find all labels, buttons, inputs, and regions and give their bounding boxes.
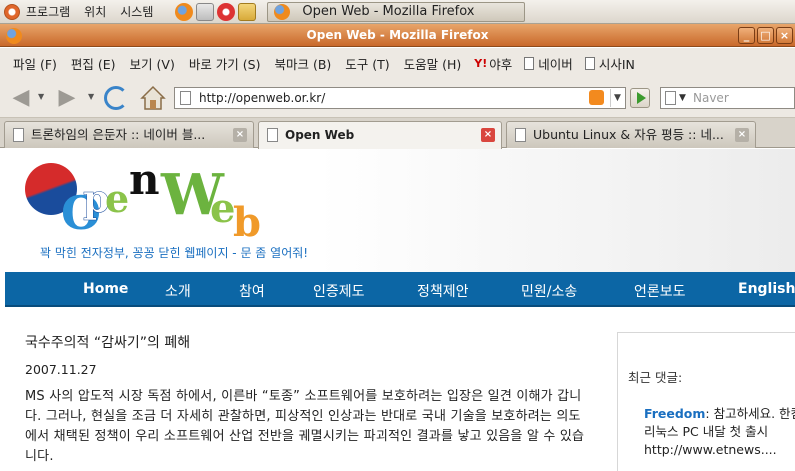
- go-button[interactable]: [630, 88, 650, 108]
- menu-go[interactable]: 바로 가기 (S): [182, 54, 268, 73]
- svg-text:n: n: [129, 155, 160, 204]
- nav-policy[interactable]: 정책제안: [417, 281, 469, 301]
- close-tab-icon[interactable]: ×: [735, 128, 749, 142]
- back-history-dropdown[interactable]: ▼: [38, 92, 44, 101]
- search-engine-dropdown[interactable]: ▼: [679, 88, 686, 108]
- rss-feed-icon[interactable]: [589, 90, 604, 105]
- page-favicon-icon: [180, 91, 191, 105]
- page-icon: [267, 128, 278, 142]
- nav-participate[interactable]: 참여: [239, 281, 265, 301]
- svg-text:b: b: [233, 199, 261, 244]
- bookmark-label: 야후: [489, 56, 513, 72]
- forward-history-dropdown[interactable]: ▼: [88, 92, 94, 101]
- folder-launcher-icon[interactable]: [238, 2, 257, 21]
- bookmark-label: 시사IN: [598, 56, 635, 72]
- comment-text-line2: 리눅스 PC 내달 첫 출시: [644, 424, 769, 439]
- page-content: O p e n W e b 꽉 막힌 전자정부, 꽁꽁 닫힌 웹페이지 - 문 …: [0, 149, 795, 471]
- tab-bar: 트론하임의 은둔자 :: 네이버 블... × Open Web × Ubunt…: [0, 118, 795, 149]
- page-icon: [13, 128, 24, 142]
- email-launcher-icon[interactable]: [196, 2, 215, 21]
- article-title[interactable]: 국수주의적 “감싸기”의 폐해: [25, 332, 595, 352]
- bookmark-naver[interactable]: 네이버: [518, 54, 579, 73]
- panel-menu-places[interactable]: 위치: [84, 3, 106, 20]
- taskbar-label: Open Web - Mozilla Firefox: [302, 4, 475, 19]
- bookmark-sisain[interactable]: 시사IN: [579, 54, 641, 73]
- firefox-window-icon[interactable]: [6, 28, 22, 44]
- menu-file[interactable]: 파일 (F): [6, 54, 64, 73]
- nav-english[interactable]: English: [738, 281, 795, 297]
- article-date: 2007.11.27: [25, 362, 97, 377]
- home-icon[interactable]: [140, 85, 166, 111]
- firefox-launcher-icon[interactable]: [175, 2, 194, 21]
- tab-label: 트론하임의 은둔자 :: 네이버 블...: [31, 127, 206, 142]
- panel-menu-system[interactable]: 시스템: [120, 3, 153, 20]
- menubar: 파일 (F) 편집 (E) 보기 (V) 바로 가기 (S) 북마크 (B) 도…: [0, 48, 795, 78]
- nav-certification[interactable]: 인증제도: [313, 281, 365, 301]
- page-icon: [524, 56, 535, 70]
- maximize-button[interactable]: □: [757, 27, 774, 44]
- yahoo-icon: Y!: [474, 56, 488, 70]
- close-window-button[interactable]: ×: [776, 27, 793, 44]
- tab-ubuntu-linux[interactable]: Ubuntu Linux & 자유 평등 :: 네... ×: [506, 121, 756, 148]
- url-text: http://openweb.or.kr/: [199, 91, 326, 105]
- tab-label: Ubuntu Linux & 자유 평등 :: 네...: [533, 127, 724, 142]
- forward-arrow-icon[interactable]: ▶: [54, 86, 80, 110]
- back-arrow-icon[interactable]: ◀: [8, 86, 34, 110]
- comment-author[interactable]: Freedom: [644, 406, 705, 421]
- site-header: O p e n W e b 꽉 막힌 전자정부, 꽁꽁 닫힌 웹페이지 - 문 …: [0, 149, 795, 272]
- firefox-icon: [274, 3, 291, 20]
- menu-help[interactable]: 도움말 (H): [397, 54, 469, 73]
- search-input[interactable]: ▼ Naver: [660, 87, 795, 109]
- bookmark-yahoo[interactable]: Y! 야후: [468, 54, 518, 73]
- site-main-nav: Home 소개 참여 인증제도 정책제안 민원/소송 언론보도 English: [5, 272, 795, 307]
- nav-petition[interactable]: 민원/소송: [521, 281, 577, 301]
- url-input[interactable]: http://openweb.or.kr/: [174, 87, 626, 109]
- bookmark-label: 네이버: [538, 56, 573, 72]
- svg-text:e: e: [210, 185, 235, 232]
- nav-home[interactable]: Home: [83, 281, 128, 297]
- panel-menus: 프로그램 위치 시스템: [0, 3, 175, 20]
- comment-item[interactable]: Freedom: 참고하세요. 한컴 리눅스 PC 내달 첫 출시 http:/…: [644, 405, 795, 459]
- article: 국수주의적 “감싸기”의 폐해 2007.11.27 MS 사의 압도적 시장 …: [25, 332, 595, 467]
- reload-icon[interactable]: [104, 86, 128, 110]
- comment-text-line3: http://www.etnews....: [644, 442, 777, 457]
- svg-text:e: e: [105, 176, 129, 221]
- tab-label: Open Web: [285, 128, 355, 142]
- close-tab-icon[interactable]: ×: [481, 128, 495, 142]
- search-engine-icon[interactable]: [665, 91, 676, 105]
- navigation-toolbar: ◀ ▼ ▶ ▼ http://openweb.or.kr/ ▼ ▼ Naver: [0, 78, 795, 118]
- article-body: MS 사의 압도적 시장 독점 하에서, 이른바 “토종” 소프트웨어를 보호하…: [25, 389, 585, 464]
- panel-menu-applications[interactable]: 프로그램: [26, 3, 70, 20]
- close-tab-icon[interactable]: ×: [233, 128, 247, 142]
- taskbar-firefox-button[interactable]: Open Web - Mozilla Firefox: [267, 1, 526, 22]
- tab-open-web[interactable]: Open Web ×: [258, 121, 502, 149]
- nav-press[interactable]: 언론보도: [634, 281, 686, 301]
- menu-edit[interactable]: 편집 (E): [64, 54, 123, 73]
- menu-view[interactable]: 보기 (V): [123, 54, 182, 73]
- sidebar-recent-comments: 최근 댓글: Freedom: 참고하세요. 한컴 리눅스 PC 내달 첫 출시…: [617, 332, 795, 471]
- comment-text: : 참고하세요. 한컴: [705, 406, 795, 421]
- ubuntu-logo-icon[interactable]: [4, 3, 20, 20]
- openweb-logo: O p e n W e b: [61, 155, 261, 244]
- menu-bookmarks[interactable]: 북마크 (B): [267, 54, 338, 73]
- search-placeholder: Naver: [693, 91, 729, 105]
- minimize-button[interactable]: _: [738, 27, 755, 44]
- menu-tools[interactable]: 도구 (T): [338, 54, 396, 73]
- nav-about[interactable]: 소개: [165, 281, 191, 301]
- site-tagline: 꽉 막힌 전자정부, 꽁꽁 닫힌 웹페이지 - 문 좀 열어줘!: [40, 246, 309, 260]
- window-title: Open Web - Mozilla Firefox: [306, 28, 489, 42]
- window-titlebar[interactable]: Open Web - Mozilla Firefox _ □ ×: [0, 24, 795, 47]
- tab-naver-blog[interactable]: 트론하임의 은둔자 :: 네이버 블... ×: [4, 121, 254, 148]
- recent-comments-heading: 최근 댓글:: [628, 370, 683, 385]
- top-panel: 프로그램 위치 시스템 Open Web - Mozilla Firefox: [0, 0, 795, 24]
- page-icon: [515, 128, 526, 142]
- url-history-dropdown[interactable]: ▼: [610, 89, 624, 107]
- help-launcher-icon[interactable]: [217, 2, 236, 21]
- page-icon: [584, 56, 595, 70]
